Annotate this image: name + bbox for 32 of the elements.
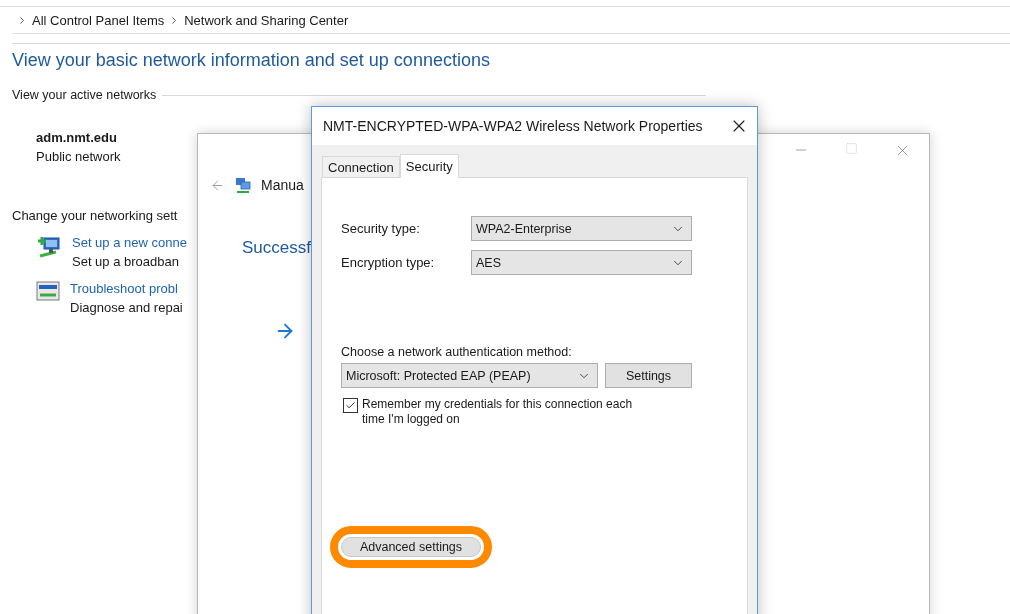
monitor-icon	[36, 281, 60, 303]
back-icon[interactable]	[210, 177, 225, 193]
section-label: View your active networks	[12, 88, 157, 102]
dropdown[interactable]: AES	[471, 250, 692, 275]
dialog-title: NMT-ENCRYPTED-WPA-WPA2 Wireless Network Properties	[323, 118, 703, 134]
chevron-icon	[172, 16, 177, 24]
task-description: Set up a broadban	[72, 254, 180, 269]
settings-button[interactable]: Settings	[605, 363, 692, 388]
dropdown[interactable]: WPA2-Enterprise	[471, 216, 692, 241]
checkmark-icon	[345, 400, 356, 411]
page-heading: View your basic network information and set up connections	[12, 50, 491, 72]
wizard-heading: Successf	[242, 238, 311, 258]
checkbox-label: Remember my credentials for this connection each time I'm logged on	[362, 397, 634, 427]
breadcrumb-item[interactable]: All Control Panel Items	[32, 12, 165, 28]
window-title: Manua	[261, 177, 304, 193]
task-link[interactable]: Set up a new conne	[72, 235, 187, 250]
field-label: Encryption type:	[341, 255, 436, 270]
field-label: Choose a network authentication method:	[341, 345, 573, 359]
advanced-settings-button[interactable]: Advanced settings	[341, 537, 481, 557]
task-link[interactable]: Troubleshoot probl	[70, 281, 183, 296]
breadcrumb-item[interactable]: Network and Sharing Center	[184, 12, 349, 28]
tab[interactable]: Security	[399, 154, 459, 178]
checkbox[interactable]	[343, 398, 358, 413]
tab[interactable]: Connection	[322, 156, 400, 177]
network-name: adm.nmt.edu	[36, 130, 117, 145]
chevron-icon	[20, 16, 24, 24]
network-icon	[235, 177, 251, 193]
dropdown[interactable]: Microsoft: Protected EAP (PEAP)	[341, 363, 598, 388]
field-label: Security type:	[341, 221, 421, 236]
section-label: Change your networking sett	[12, 208, 178, 223]
task-description: Diagnose and repai	[70, 300, 183, 315]
network-type: Public network	[36, 149, 121, 164]
